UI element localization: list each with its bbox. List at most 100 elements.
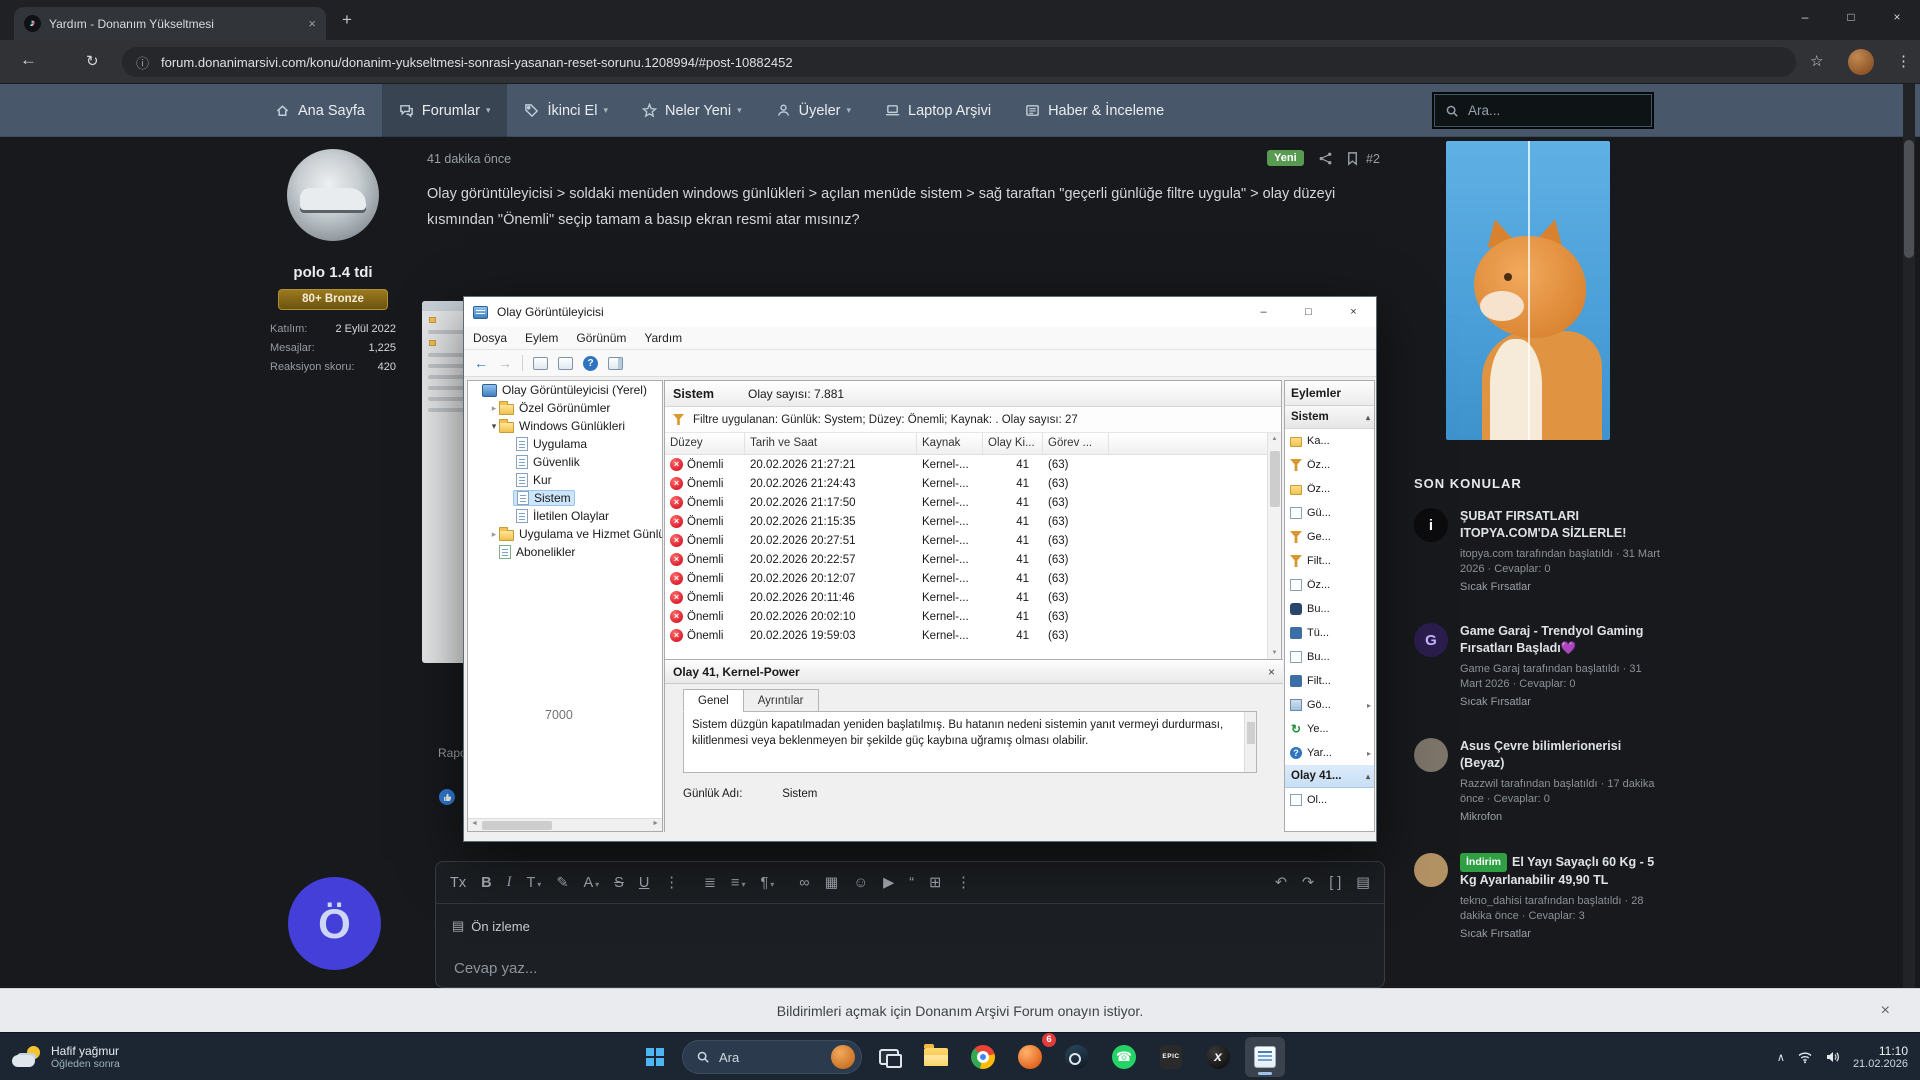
event-row[interactable]: ×Önemli20.02.2026 21:24:43Kernel-...41(6… (665, 474, 1269, 493)
list-icon[interactable]: ≣ (704, 875, 716, 891)
notification-close-icon[interactable]: × (1881, 1002, 1890, 1020)
tree-item[interactable]: İletilen Olaylar (468, 507, 662, 525)
action-item[interactable]: ?Yar...▸ (1285, 741, 1374, 765)
topic-title[interactable]: Asus Çevre bilimlerionerisi (Beyaz) (1460, 738, 1666, 772)
action-item[interactable]: Ge... (1285, 525, 1374, 549)
forum-search-box[interactable]: Ara... (1432, 92, 1654, 129)
topic-avatar[interactable] (1414, 853, 1448, 887)
nav-item-haber-inceleme[interactable]: Haber & İnceleme (1008, 84, 1181, 137)
nav-item-ikinci-el[interactable]: İkinci El▾ (507, 84, 625, 137)
tree-item[interactable]: Abonelikler (468, 543, 662, 561)
export-icon[interactable] (558, 357, 573, 370)
topic-title[interactable]: Game Garaj - Trendyol Gaming Fırsatları … (1460, 623, 1666, 657)
action-item[interactable]: Gü... (1285, 501, 1374, 525)
tray-expand-icon[interactable]: ∧ (1777, 1051, 1785, 1064)
event-row[interactable]: ×Önemli20.02.2026 20:22:57Kernel-...41(6… (665, 550, 1269, 569)
taskbar-weather-widget[interactable]: Hafif yağmur Öğleden sonra (12, 1033, 120, 1080)
search-highlight-image[interactable] (831, 1045, 855, 1069)
share-icon[interactable] (1318, 151, 1333, 166)
nav-item-forumlar[interactable]: Forumlar▾ (382, 84, 508, 137)
scroll-right-arrow-icon[interactable]: ► (652, 820, 659, 827)
event-row[interactable]: ×Önemli20.02.2026 20:27:51Kernel-...41(6… (665, 531, 1269, 550)
file-explorer-taskbar-button[interactable] (916, 1037, 956, 1077)
action-item[interactable]: ↻Ye... (1285, 717, 1374, 741)
nav-item-uyeler[interactable]: Üyeler▾ (759, 84, 868, 137)
menu-dosya[interactable]: Dosya (464, 331, 516, 345)
tree-item[interactable]: ▾Windows Günlükleri (468, 417, 662, 435)
bookmark-icon[interactable] (1345, 151, 1360, 166)
post-timestamp[interactable]: 41 dakika önce (427, 152, 511, 166)
event-list-scrollbar-thumb[interactable] (1270, 451, 1280, 507)
author-name[interactable]: polo 1.4 tdi (250, 264, 416, 281)
xbox-taskbar-button[interactable] (1198, 1037, 1238, 1077)
filter-notice-bar[interactable]: Filtre uygulanan: Günlük: System; Düzey:… (665, 407, 1281, 433)
start-button[interactable] (635, 1037, 675, 1077)
topic-category-link[interactable]: Sıcak Fırsatlar (1460, 928, 1666, 940)
console-tree-icon[interactable] (533, 357, 548, 370)
description-scrollbar-thumb[interactable] (1247, 722, 1255, 744)
browser-menu-icon[interactable]: ⋮ (1896, 52, 1911, 70)
more-text-options-icon[interactable]: ⋮ (664, 875, 679, 891)
tree-item[interactable]: Güvenlik (468, 453, 662, 471)
remove-format-icon[interactable]: Tx (450, 875, 466, 891)
description-scrollbar[interactable] (1244, 712, 1256, 772)
wifi-icon[interactable] (1797, 1049, 1813, 1065)
action-item[interactable]: Öz... (1285, 573, 1374, 597)
action-item[interactable]: Öz... (1285, 477, 1374, 501)
action-item[interactable]: Bu... (1285, 645, 1374, 669)
tree-item[interactable]: ▸Uygulama ve Hizmet Günlük (468, 525, 662, 543)
back-icon[interactable]: ← (474, 355, 488, 371)
browser-back-button[interactable]: ← (20, 50, 37, 70)
author-avatar[interactable] (287, 149, 379, 241)
new-tab-button[interactable]: + (342, 10, 352, 30)
event-viewer-titlebar[interactable]: Olay Görüntüleyicisi – □ × (464, 297, 1376, 327)
paragraph-icon[interactable]: ¶▾ (760, 875, 774, 891)
scrollbar-thumb[interactable] (1904, 140, 1914, 258)
action-item[interactable]: Gö...▸ (1285, 693, 1374, 717)
sidebar-ad-image[interactable] (1446, 141, 1610, 440)
window-minimize-button[interactable]: – (1782, 0, 1828, 34)
topic-category-link[interactable]: Sıcak Fırsatlar (1460, 696, 1666, 708)
ev-maximize-button[interactable]: □ (1286, 297, 1331, 327)
tree-expander-icon[interactable]: ▸ (489, 403, 499, 414)
actions-section-header[interactable]: Sistem▴ (1285, 406, 1374, 429)
smiley-icon[interactable]: ☺ (853, 875, 868, 891)
task-view-taskbar-button[interactable] (869, 1037, 909, 1077)
address-bar[interactable]: ⓘ forum.donanimarsivi.com/konu/donanim-y… (122, 47, 1796, 77)
action-item[interactable]: Ol... (1285, 788, 1374, 812)
more-tools-icon[interactable]: ⋮ (956, 875, 971, 891)
tab-genel[interactable]: Genel (683, 689, 744, 712)
reply-input[interactable]: Cevap yaz... (454, 960, 537, 977)
tree-expander-icon[interactable]: ▾ (489, 421, 499, 432)
action-item[interactable]: Ka... (1285, 429, 1374, 453)
taskbar-clock[interactable]: 11:10 21.02.2026 (1853, 1044, 1908, 1071)
tree-expander-icon[interactable]: ▸ (489, 529, 499, 540)
bookmark-star-icon[interactable]: ☆ (1810, 52, 1823, 70)
strikethrough-icon[interactable]: S (614, 875, 624, 891)
media-icon[interactable]: ▶ (883, 875, 894, 891)
menu-eylem[interactable]: Eylem (516, 331, 567, 345)
browser-notifications-taskbar-button[interactable]: 6 (1010, 1037, 1050, 1077)
ev-close-button[interactable]: × (1331, 297, 1376, 327)
action-pane-icon[interactable] (608, 357, 623, 370)
tree-horizontal-scrollbar[interactable]: ◄ ► (468, 818, 662, 831)
forward-icon[interactable]: → (498, 355, 512, 371)
topic-category-link[interactable]: Mikrofon (1460, 811, 1666, 823)
actions-section-header[interactable]: Olay 41...▴ (1285, 765, 1374, 788)
italic-icon[interactable]: I (507, 874, 512, 891)
tree-item[interactable]: ▸Özel Görünümler (468, 399, 662, 417)
align-icon[interactable]: ≡▾ (731, 875, 745, 891)
topic-avatar[interactable]: G (1414, 623, 1448, 657)
scroll-up-arrow-icon[interactable]: ▲ (1268, 436, 1281, 442)
like-reaction-icon[interactable] (437, 787, 457, 807)
table-icon[interactable]: ⊞ (929, 875, 941, 891)
event-row[interactable]: ×Önemli20.02.2026 21:15:35Kernel-...41(6… (665, 512, 1269, 531)
preview-button[interactable]: ▤ Ön izleme (452, 918, 530, 934)
site-info-icon[interactable]: ⓘ (136, 53, 149, 72)
column-header-4[interactable]: Görev ... (1043, 433, 1109, 454)
page-scrollbar[interactable] (1903, 84, 1915, 1029)
event-row[interactable]: ×Önemli20.02.2026 20:02:10Kernel-...41(6… (665, 607, 1269, 626)
action-item[interactable]: Bu... (1285, 597, 1374, 621)
post-number[interactable]: #2 (1366, 152, 1380, 166)
window-maximize-button[interactable]: □ (1828, 0, 1874, 34)
